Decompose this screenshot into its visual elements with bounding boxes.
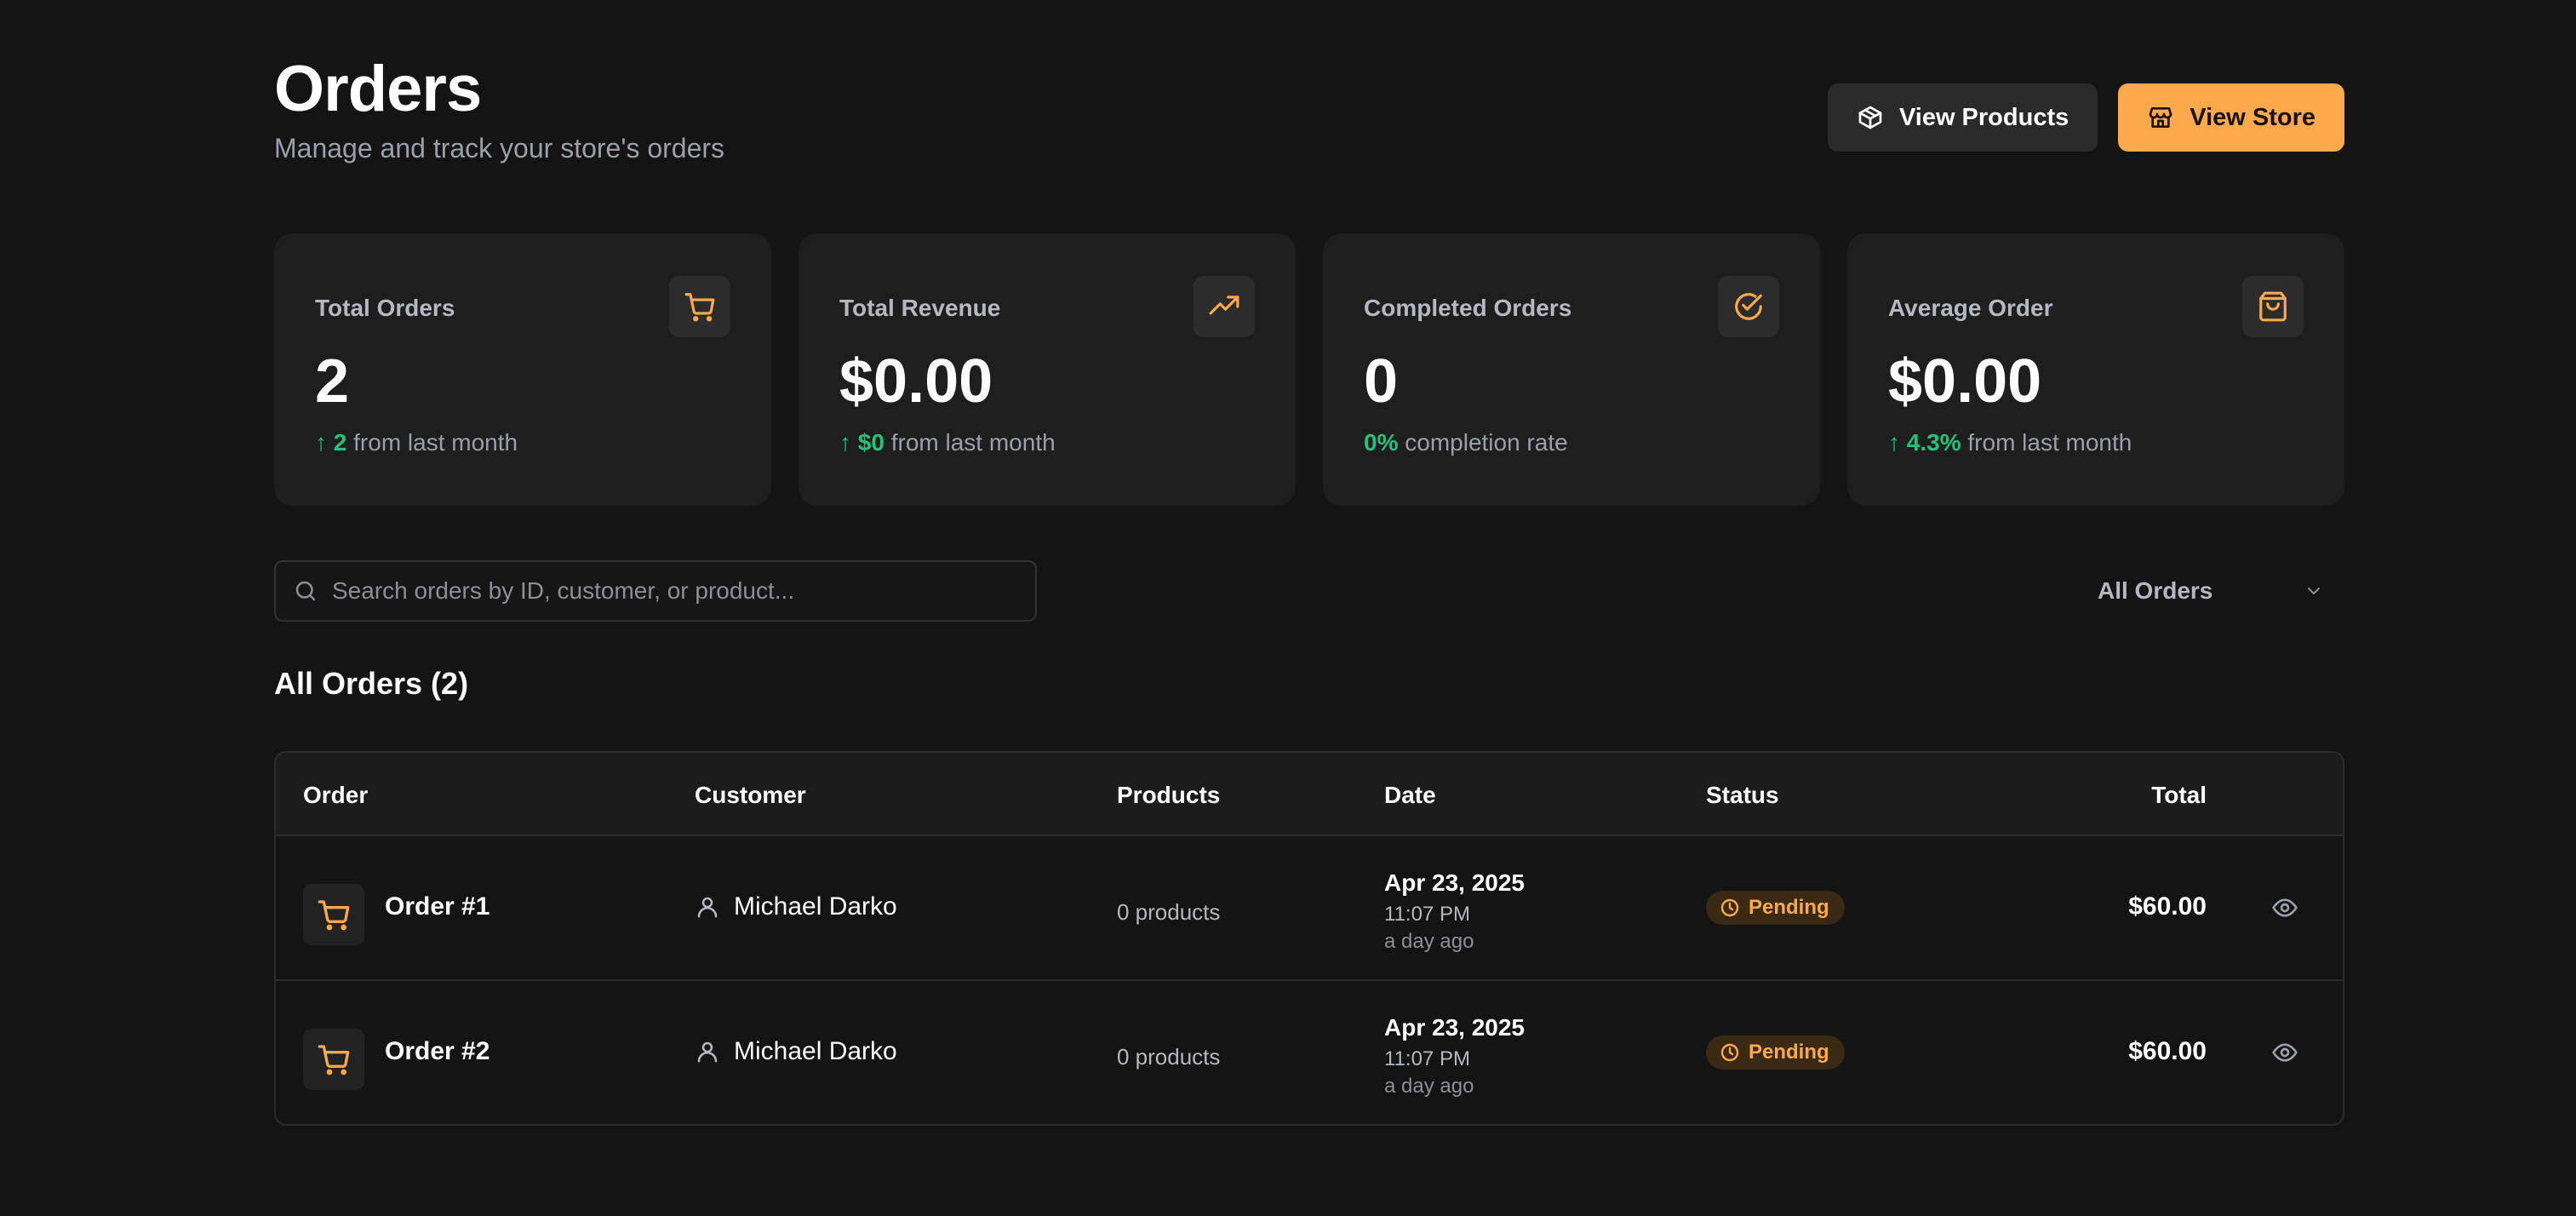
stat-value: $0.00 — [839, 347, 993, 416]
column-header-status[interactable]: Status — [1706, 782, 1779, 809]
stat-card-total-orders: Total Orders 2 ↑ 2 from last month — [274, 233, 771, 506]
status-label: Pending — [1749, 896, 1829, 919]
stat-label: Total Revenue — [839, 295, 1001, 321]
view-store-label: View Store — [2190, 103, 2316, 131]
section-title: All Orders (2) — [274, 666, 469, 701]
order-id[interactable]: Order #2 — [385, 1037, 489, 1066]
stat-label: Average Order — [1888, 295, 2053, 321]
page-title: Orders — [274, 53, 482, 125]
order-time: 11:07 PM — [1384, 903, 1470, 926]
view-products-label: View Products — [1898, 103, 2069, 131]
stat-card-completed-orders: Completed Orders 0 0% completion rate — [1323, 233, 1820, 506]
stats-row: Total Orders 2 ↑ 2 from last month Total… — [274, 233, 2344, 506]
header-actions: View Products View Store — [1827, 83, 2344, 152]
order-date: Apr 23, 2025 — [1384, 1014, 1525, 1041]
view-store-button[interactable]: View Store — [2118, 83, 2344, 152]
store-icon — [2149, 107, 2172, 128]
column-header-order[interactable]: Order — [303, 782, 368, 809]
date-cell: Apr 23, 2025 11:07 PM a day ago — [1384, 1012, 1525, 1100]
shopping-bag-icon — [2242, 276, 2304, 337]
column-header-date[interactable]: Date — [1384, 782, 1436, 809]
stat-footnote: ↑ 2 from last month — [315, 429, 730, 456]
column-header-products[interactable]: Products — [1117, 782, 1220, 809]
eye-icon — [2272, 1043, 2298, 1062]
search-icon — [295, 581, 316, 601]
page-header: Orders Manage and track your store's ord… — [274, 51, 2344, 164]
order-filter-select[interactable]: All Orders — [2077, 560, 2344, 622]
stat-card-total-revenue: Total Revenue $0.00 ↑ $0 from last month — [799, 233, 1296, 506]
cart-icon — [669, 276, 730, 337]
cart-icon — [303, 884, 364, 945]
check-circle-icon — [1718, 276, 1779, 337]
stat-foot-text: completion rate — [1398, 429, 1568, 456]
stat-value: 0 — [1364, 347, 1399, 416]
stat-footnote: 0% completion rate — [1364, 429, 1779, 456]
eye-icon — [2272, 898, 2298, 917]
trending-up-icon — [1194, 276, 1255, 337]
stat-delta: ↑ $0 — [839, 429, 884, 456]
customer-cell: Michael Darko — [695, 892, 897, 921]
order-id[interactable]: Order #1 — [385, 892, 489, 921]
customer-name: Michael Darko — [734, 892, 897, 921]
customer-cell: Michael Darko — [695, 1037, 897, 1066]
order-relative-time: a day ago — [1384, 930, 1474, 953]
clock-icon — [1720, 1043, 1739, 1062]
products-count: 0 products — [1117, 899, 1221, 925]
user-icon — [697, 1041, 718, 1063]
orders-table: Order Customer Products Date Status Tota… — [274, 751, 2344, 1126]
title-block: Orders Manage and track your store's ord… — [274, 51, 724, 164]
table-row[interactable]: Order #1 Michael Darko 0 products Apr 23… — [276, 836, 2343, 981]
table-row[interactable]: Order #2 Michael Darko 0 products Apr 23… — [276, 981, 2343, 1124]
stat-delta: 0% — [1364, 429, 1399, 456]
column-header-customer[interactable]: Customer — [695, 782, 806, 809]
stat-card-average-order: Average Order $0.00 ↑ 4.3% from last mon… — [1847, 233, 2344, 506]
stat-foot-text: from last month — [1961, 429, 2132, 456]
status-label: Pending — [1749, 1041, 1829, 1064]
view-order-button[interactable] — [2268, 1035, 2302, 1070]
clock-icon — [1720, 898, 1739, 917]
search-input[interactable] — [332, 577, 1030, 605]
stat-label: Completed Orders — [1364, 295, 1572, 321]
products-count: 0 products — [1117, 1044, 1221, 1070]
order-relative-time: a day ago — [1384, 1075, 1474, 1098]
user-icon — [697, 897, 718, 918]
package-icon — [1858, 106, 1882, 129]
stat-label: Total Orders — [315, 295, 455, 321]
stat-delta: ↑ 2 — [315, 429, 347, 456]
order-date: Apr 23, 2025 — [1384, 869, 1525, 896]
chevron-down-icon — [2308, 588, 2320, 594]
orders-page: Orders Manage and track your store's ord… — [0, 0, 2576, 1216]
customer-name: Michael Darko — [734, 1037, 897, 1065]
order-total: $60.00 — [2128, 1037, 2207, 1065]
order-time: 11:07 PM — [1384, 1047, 1470, 1070]
status-badge: Pending — [1706, 891, 1845, 925]
stat-value: $0.00 — [1888, 347, 2042, 416]
date-cell: Apr 23, 2025 11:07 PM a day ago — [1384, 867, 1525, 955]
view-order-button[interactable] — [2268, 891, 2302, 925]
search-box — [274, 560, 1037, 622]
stat-footnote: ↑ $0 from last month — [839, 429, 1255, 456]
stat-footnote: ↑ 4.3% from last month — [1888, 429, 2304, 456]
page-subtitle: Manage and track your store's orders — [274, 133, 725, 163]
column-header-total[interactable]: Total — [2151, 782, 2207, 809]
filter-selected-value: All Orders — [2098, 577, 2213, 604]
view-products-button[interactable]: View Products — [1827, 83, 2098, 152]
cart-icon — [303, 1029, 364, 1090]
table-header: Order Customer Products Date Status Tota… — [276, 753, 2343, 836]
stat-delta: ↑ 4.3% — [1888, 429, 1961, 456]
stat-foot-text: from last month — [346, 429, 518, 456]
order-total: $60.00 — [2128, 892, 2207, 921]
stat-value: 2 — [315, 347, 350, 416]
status-badge: Pending — [1706, 1035, 1845, 1070]
stat-foot-text: from last month — [884, 429, 1056, 456]
